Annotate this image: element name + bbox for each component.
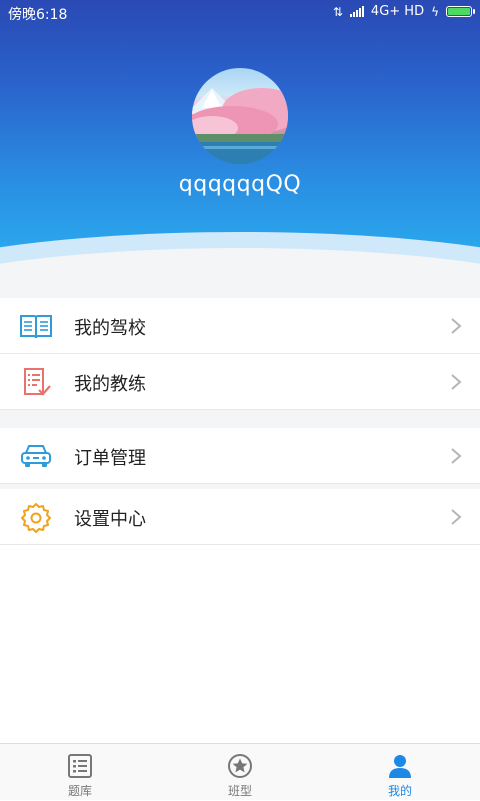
menu-item-label: 设置中心 — [74, 509, 146, 530]
chevron-right-icon — [451, 374, 462, 390]
chevron-right-icon — [451, 509, 462, 525]
status-bar: 傍晚6:18 ⇅ 4G+ HD ϟ — [0, 0, 480, 26]
tab-label: 题库 — [67, 784, 92, 798]
profile-header: 傍晚6:18 ⇅ 4G+ HD ϟ qqqqqqQQ — [0, 0, 480, 278]
tab-mine[interactable]: 我的 — [320, 744, 480, 801]
menu-item-my-coach[interactable]: 我的教练 — [0, 354, 480, 410]
menu-item-my-driving-school[interactable]: 我的驾校 — [0, 298, 480, 354]
charging-icon: ϟ — [431, 4, 439, 19]
tab-class-type[interactable]: 班型 — [160, 744, 320, 801]
person-icon — [389, 755, 411, 778]
menu-item-label: 订单管理 — [74, 448, 146, 469]
section-divider — [0, 410, 480, 428]
gear-icon — [21, 503, 51, 533]
star-circle-icon — [228, 754, 252, 778]
username: qqqqqqQQ — [178, 172, 302, 197]
checklist-icon — [24, 368, 51, 396]
status-time: 傍晚6:18 — [8, 7, 68, 23]
avatar[interactable] — [192, 68, 288, 164]
menu-item-order-management[interactable]: 订单管理 — [0, 428, 480, 484]
bottom-tab-bar: 题库 班型 我的 — [0, 743, 480, 800]
car-icon — [21, 445, 51, 467]
signal-icon — [349, 6, 364, 17]
status-icons: ⇅ 4G+ HD ϟ — [332, 4, 475, 19]
tab-label: 我的 — [387, 784, 412, 798]
open-book-icon — [20, 315, 52, 339]
chevron-right-icon — [451, 318, 462, 334]
menu-item-label: 我的驾校 — [74, 318, 146, 339]
network-type: 4G+ HD — [370, 4, 425, 19]
section-divider — [0, 278, 480, 298]
tab-question-bank[interactable]: 题库 — [0, 744, 160, 801]
tab-label: 班型 — [227, 784, 252, 798]
avatar-cherry-blossom-photo — [192, 88, 288, 164]
menu-item-label: 我的教练 — [74, 374, 146, 395]
menu-list: 我的驾校 我的教练 订单管理 设置中心 — [0, 278, 480, 545]
menu-item-settings-center[interactable]: 设置中心 — [0, 489, 480, 545]
data-transfer-icon: ⇅ — [332, 4, 343, 19]
question-bank-icon — [68, 754, 92, 778]
battery-icon — [446, 6, 475, 17]
chevron-right-icon — [451, 448, 462, 464]
